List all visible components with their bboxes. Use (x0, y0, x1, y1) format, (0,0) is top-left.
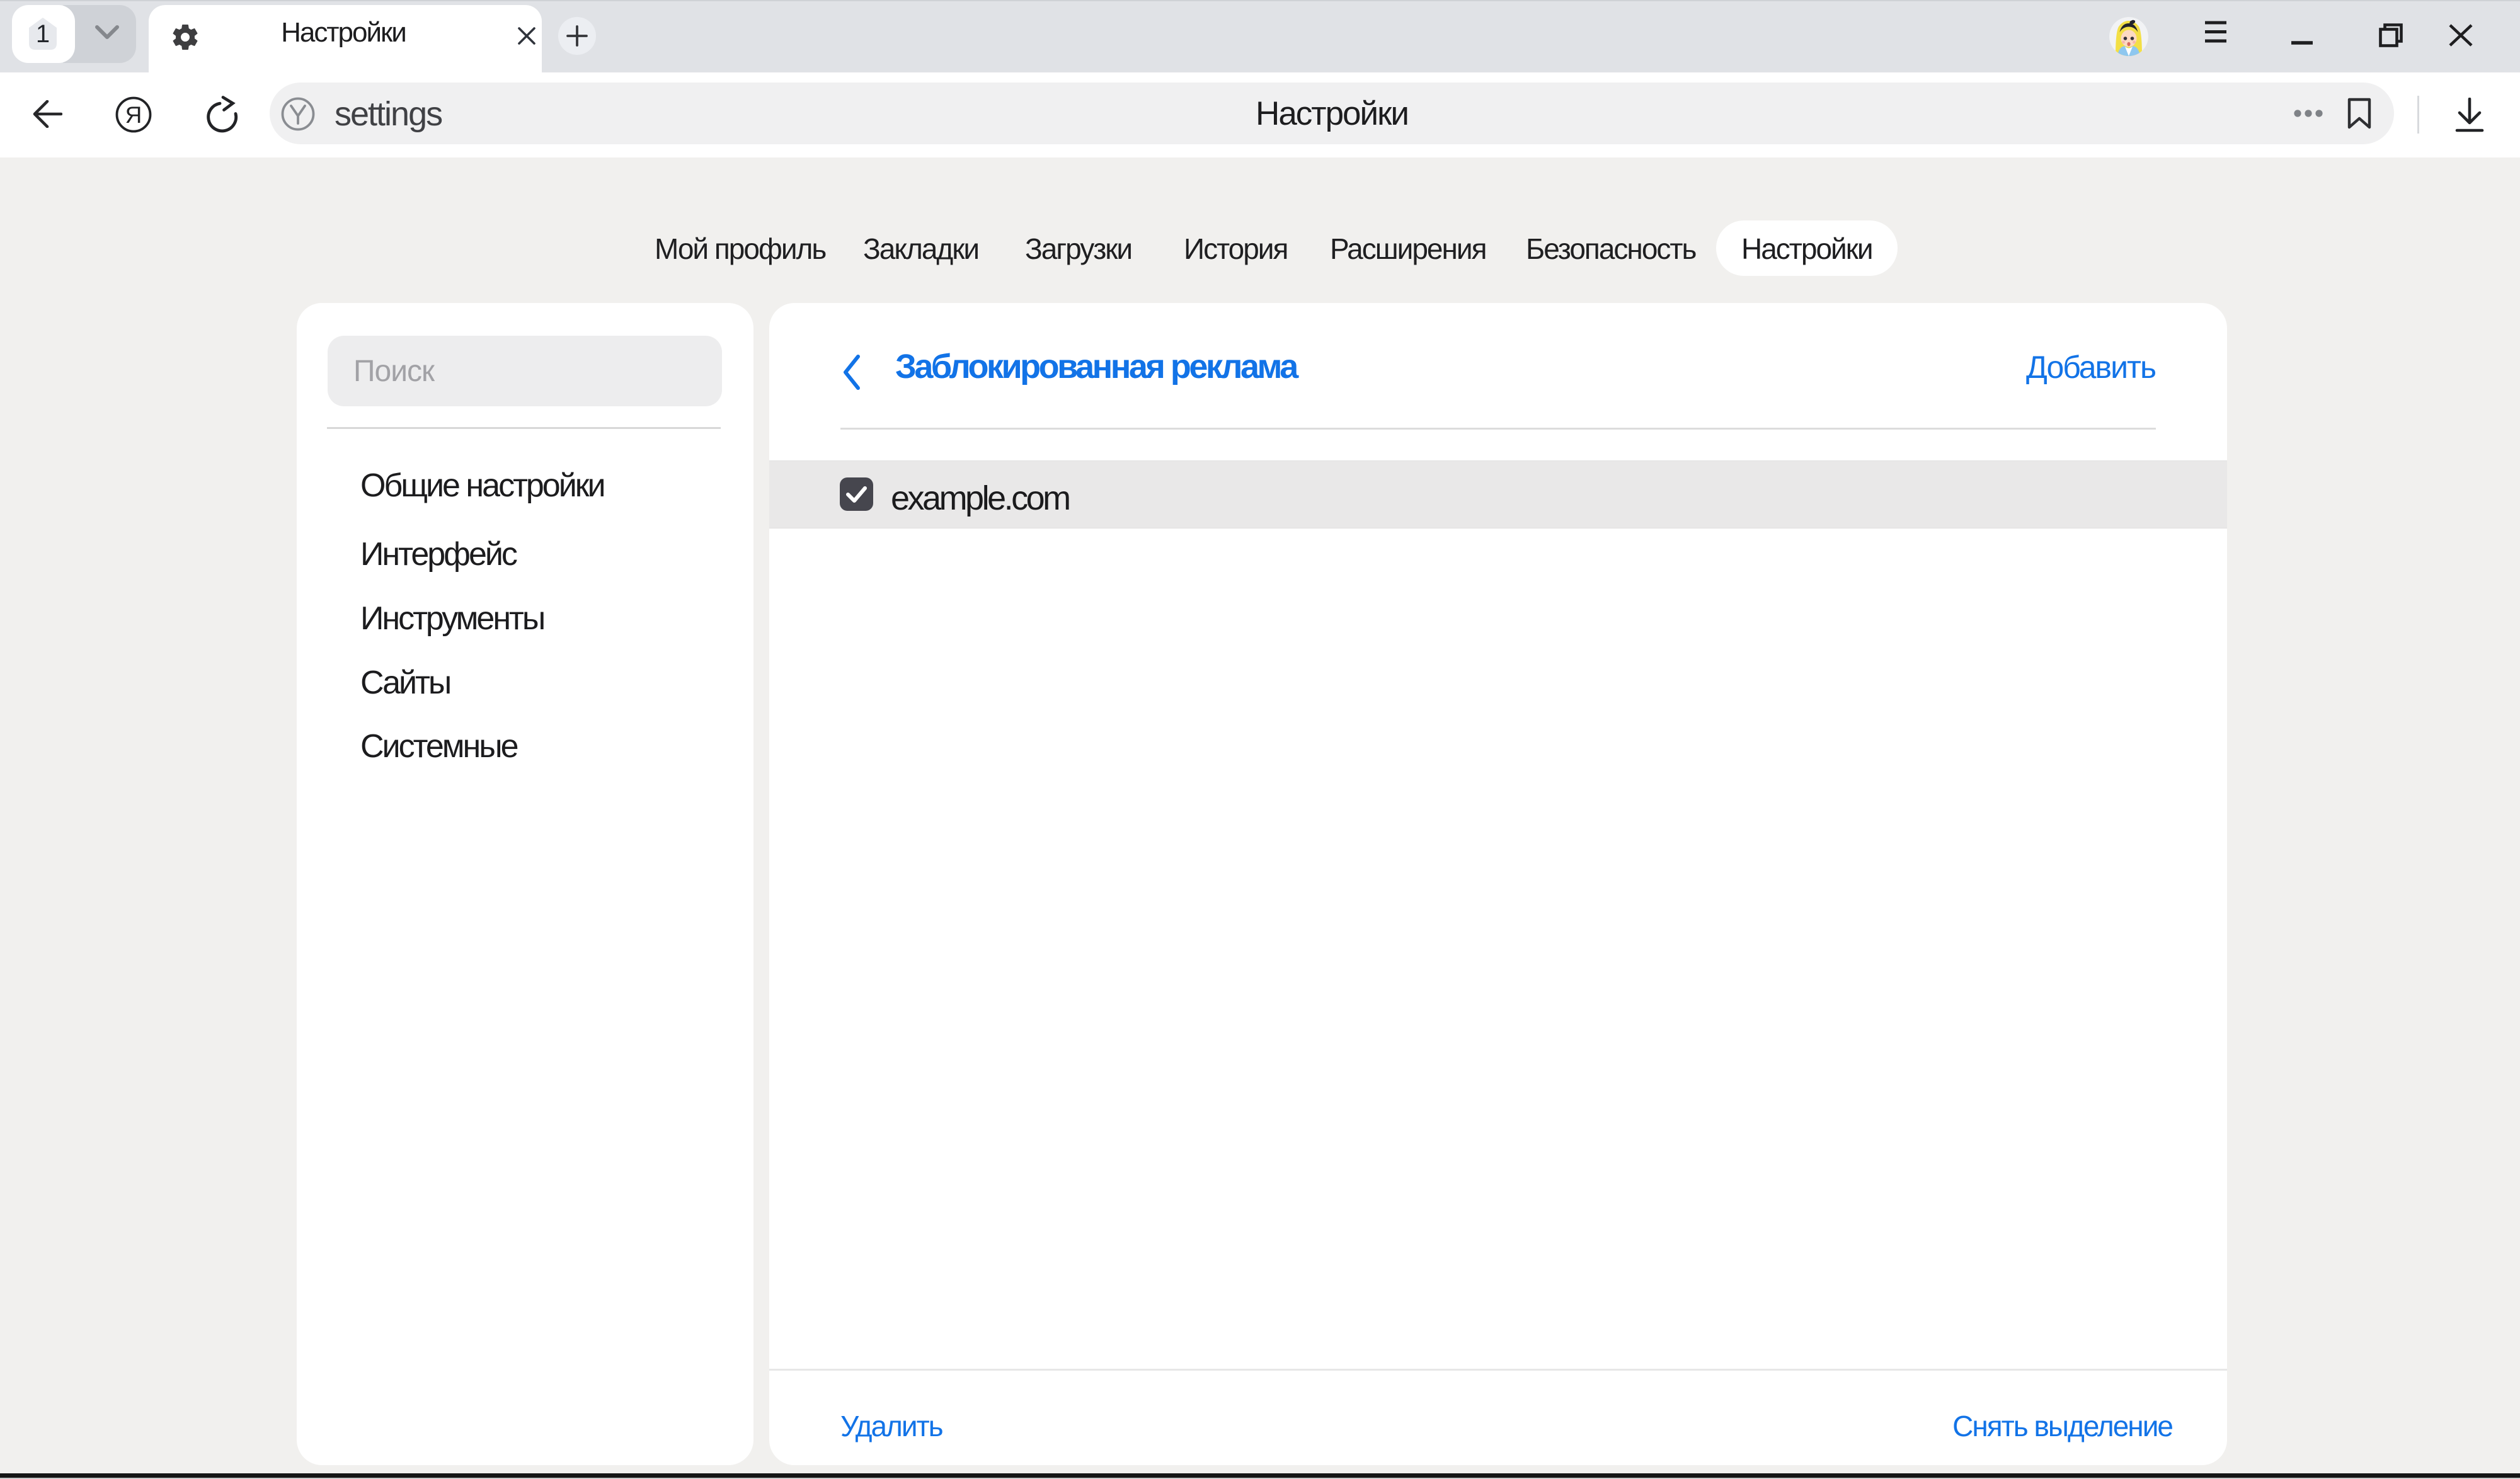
svg-text:Я: Я (125, 102, 142, 128)
